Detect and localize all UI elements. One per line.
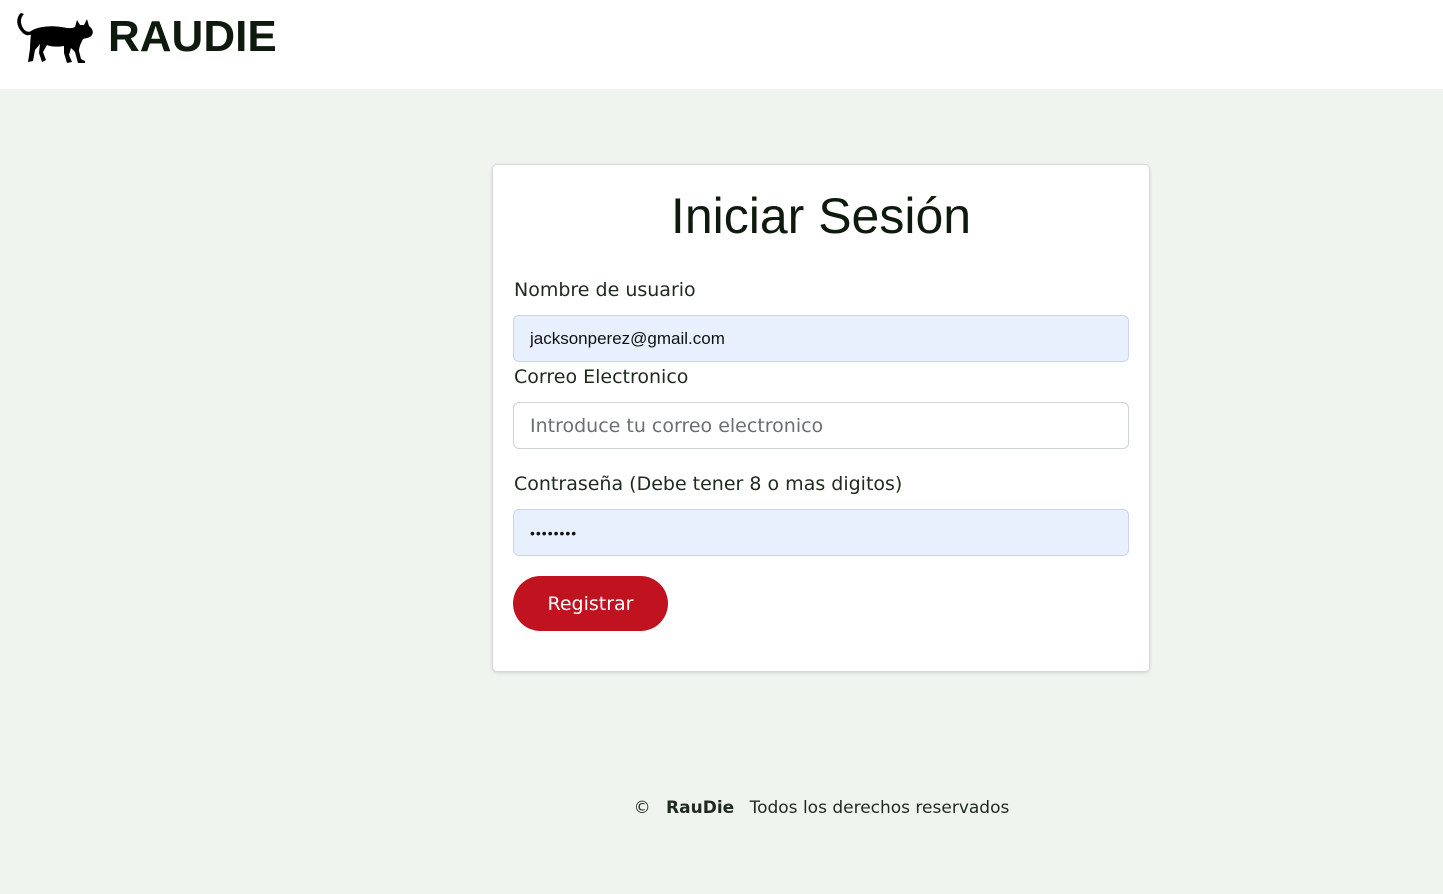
brand-name: RAUDIE [108, 12, 277, 61]
footer: © RauDie Todos los derechos reservados [0, 798, 1443, 818]
footer-rights-text: Todos los derechos reservados [749, 798, 1010, 818]
top-navbar: RAUDIE [0, 0, 1443, 89]
email-input[interactable] [513, 402, 1129, 449]
username-label: Nombre de usuario [514, 279, 696, 301]
black-cat-icon [15, 9, 95, 65]
footer-brand: RauDie [666, 798, 735, 818]
page-title: Iniciar Sesión [670, 188, 972, 244]
username-input[interactable] [513, 315, 1129, 362]
password-label: Contraseña (Debe tener 8 o mas digitos) [514, 473, 903, 495]
login-card: Iniciar Sesión Nombre de usuario Correo … [492, 164, 1150, 672]
password-input[interactable] [513, 509, 1129, 556]
register-button[interactable]: Registrar [513, 576, 668, 631]
copyright-symbol: © [633, 798, 651, 818]
brand-link[interactable]: RAUDIE [15, 8, 277, 66]
email-label: Correo Electronico [514, 366, 689, 388]
